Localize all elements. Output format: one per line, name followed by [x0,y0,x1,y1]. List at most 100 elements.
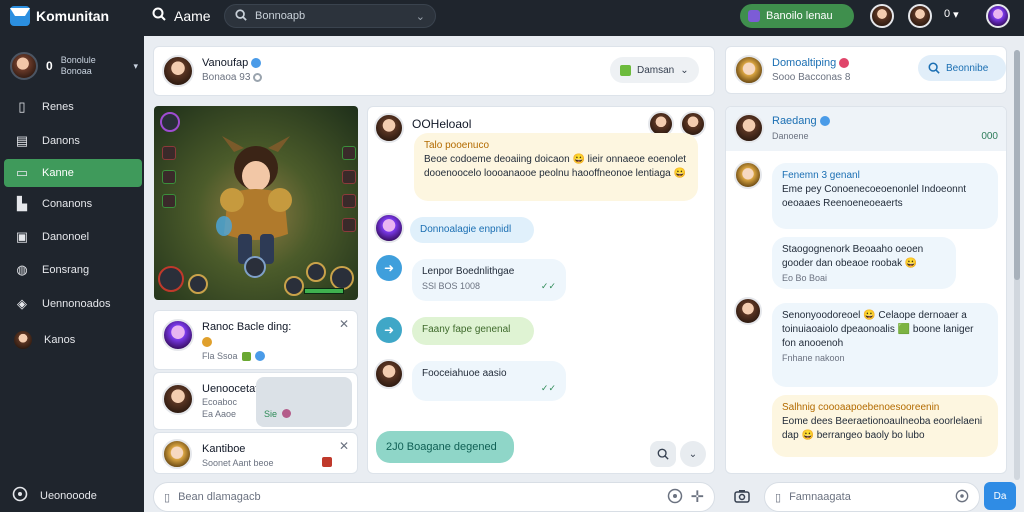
message-bubble[interactable]: Fooceiahuoe aasio ✓✓ [412,361,566,401]
sidebar-item-uennonoados[interactable]: ◈ Uennonoados [4,290,142,318]
search-icon[interactable] [650,441,676,467]
message-bubble[interactable]: Lenpor Boednlithgae SSl BOS 1008 ✓✓ [412,259,566,301]
health-bar [304,288,344,294]
status-item[interactable]: Ueonooode [12,486,97,505]
attack-button[interactable] [158,266,184,292]
avatar[interactable] [162,55,194,87]
post-action-button[interactable]: Damsan ⌄ [610,57,699,83]
post-author-name[interactable]: Vanoufap [202,57,248,69]
hero-figure [216,136,292,264]
emoji-icon[interactable] [667,488,683,507]
right-header-card: Domoaltiping Sooo Bacconas 8 Beonnibe [725,46,1007,94]
skill-slot[interactable] [162,194,176,208]
message-bubble[interactable]: Salhnig coooaapoebenoesooreenin Eome dee… [772,395,998,457]
message-bubble[interactable]: Faany fape genenal [412,317,534,345]
close-icon[interactable]: ✕ [339,317,349,331]
sidebar-item-label: Kanos [44,334,76,346]
user-menu[interactable]: 0 ▾ [944,8,959,21]
app-name: Komunitan [36,8,110,24]
search-input[interactable]: Bonnoapb ⌄ [224,4,436,28]
right-search-button[interactable]: Beonnibe [918,55,1006,81]
avatar [162,383,194,415]
attach-icon[interactable]: ▯ [775,491,781,504]
scrollbar[interactable] [1014,50,1020,480]
post-meta: Bonaoa 93 [202,72,251,83]
skill-slot[interactable] [342,170,356,184]
send-label: Da [993,490,1007,502]
reply-input-placeholder: Famnaagata [789,491,851,503]
send-button[interactable]: Da [984,482,1016,510]
profile-switcher[interactable]: 0 Bonolule Bonoaa ▾ [10,52,138,80]
list-item[interactable]: Ranoc Bacle ding: Fla Ssoa ✕ [153,310,358,370]
message-input-placeholder: Bean dlamagacb [178,491,261,503]
message-bubble[interactable]: Fenemn 3 genanl Eme pey Conoenecoeoenonl… [772,163,998,229]
avatar[interactable] [986,4,1010,28]
emoji-icon[interactable] [955,489,969,506]
attach-icon[interactable]: ▯ [164,491,170,504]
avatar[interactable] [734,113,764,143]
message-heading: Salhnig coooaapoebenoesooreenin [782,402,940,413]
message-input[interactable]: ▯ Bean dlamagacb ✛ [153,482,715,512]
message-bubble[interactable]: 2J0 Boagane degened [376,431,514,463]
skill-button[interactable] [284,276,304,296]
skill-slot[interactable] [342,194,356,208]
skill-button[interactable] [306,262,326,282]
reply-input[interactable]: ▯ Famnaagata [764,482,980,512]
sidebar-item-renes[interactable]: ▯ Renes [4,93,142,121]
list-item-meta: Ecoaboc [202,397,238,407]
skill-slot[interactable] [342,218,356,232]
avatar[interactable] [734,161,762,189]
add-icon[interactable]: ✛ [691,487,704,507]
chat-panel: OOHeloaol Talo pooenuco Beoe codoeme deo… [367,106,715,474]
people-icon: ▙ [17,196,27,211]
room-name[interactable]: Raedang [772,115,817,127]
sidebar-item-eonsrang[interactable]: ◍ Eonsrang [4,256,142,284]
camera-icon[interactable] [730,484,754,508]
sidebar-item-danons[interactable]: ▤ Danons [4,127,142,155]
close-icon[interactable]: ✕ [339,439,349,453]
avatar[interactable] [870,4,894,28]
flag-icon [322,457,332,467]
skill-slot[interactable] [342,146,356,160]
avatar[interactable] [374,359,404,389]
message-bubble[interactable]: Donnoalagie enpnidl [410,217,534,243]
message-bubble[interactable]: Staogognenork Beoaaho oeoen gooder dan o… [772,237,956,289]
verified-icon [819,116,830,127]
list-item[interactable]: Kantiboe Soonet Aant beoe ✕ [153,432,358,474]
scrollbar-thumb[interactable] [1014,50,1020,280]
room-sub: Danoene [772,131,809,141]
sidebar-item-kanos[interactable]: Kanos [4,326,142,354]
more-icon[interactable]: ⌄ [680,441,706,467]
message-body: Senonyoodoreoel 😀 Celaope dernoaer a toi… [782,310,974,349]
list-item-meta: Soonet Aant beoe [202,458,274,468]
list-item-meta2: Ea Aaoe [202,409,237,419]
chevron-down-icon: ▾ [953,9,959,21]
brand[interactable]: Komunitan [10,6,109,26]
message-bubble[interactable]: Senonyoodoreoel 😀 Celaope dernoaer a toi… [772,303,998,387]
avatar [162,439,192,469]
right-header-name[interactable]: Domoaltiping [772,57,836,69]
avatar[interactable] [908,4,932,28]
list-item[interactable]: Uenoocetat ..on Dcenoe Ecoaboc Ea Aaoe S… [153,372,358,430]
skill-button[interactable] [160,112,180,132]
avatar[interactable] [734,297,762,325]
avatar[interactable] [374,213,404,243]
message-bubble[interactable]: Talo pooenuco Beoe codoeme deoaiing doic… [414,133,698,201]
avatar[interactable] [734,55,764,85]
recall-button[interactable] [244,256,266,278]
reply-icon[interactable]: ➜ [376,255,402,281]
avatar[interactable] [374,113,404,143]
reply-icon[interactable]: ➜ [376,317,402,343]
message-text: Fooceiahuoe aasio [422,368,507,379]
skill-slot[interactable] [162,170,176,184]
skill-button[interactable] [330,266,354,290]
sidebar-item-danonoel[interactable]: ▣ Danonoel [4,223,142,251]
skill-button[interactable] [188,274,208,294]
skill-slot[interactable] [162,146,176,160]
game-screenshot[interactable] [154,106,358,300]
top-action-button[interactable]: Banoilo lenau [740,4,854,28]
chevron-down-icon[interactable]: ⌄ [416,10,425,23]
sidebar-item-kanne[interactable]: ▭ Kanne [4,159,142,187]
list-item-highlight: Sie [256,377,352,427]
sidebar-item-conanons[interactable]: ▙ Conanons [4,190,142,218]
